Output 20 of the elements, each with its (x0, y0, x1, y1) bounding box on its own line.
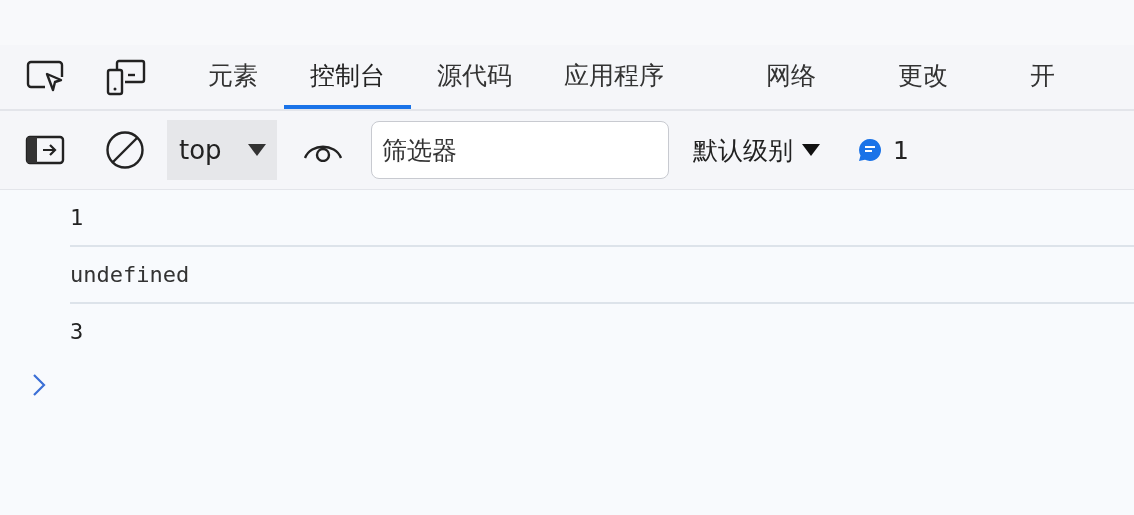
tab[interactable]: 网络 (740, 45, 842, 109)
message-count: 1 (893, 135, 909, 165)
tab[interactable]: 应用程序 (538, 45, 690, 109)
console-output: 1 (70, 205, 84, 230)
log-levels-dropdown[interactable]: 默认级别 (693, 133, 821, 167)
tab[interactable]: 源代码 (411, 45, 538, 109)
tab[interactable]: 开 (1004, 45, 1081, 109)
device-toolbar-icon[interactable] (105, 58, 147, 96)
clear-console-icon[interactable] (105, 130, 145, 170)
filter-field[interactable]: 筛选器 (371, 121, 669, 179)
message-icon (857, 137, 883, 163)
sidebar-toggle-icon[interactable] (25, 135, 65, 165)
tab[interactable]: 元素 (182, 45, 284, 109)
tab[interactable]: 更改 (872, 45, 974, 109)
caret-icon (247, 143, 267, 157)
console-output: undefined (70, 262, 190, 287)
context-dropdown[interactable]: top (167, 120, 277, 180)
prompt-icon[interactable] (32, 373, 46, 397)
console-output: 3 (70, 319, 84, 344)
caret-icon (801, 143, 821, 157)
